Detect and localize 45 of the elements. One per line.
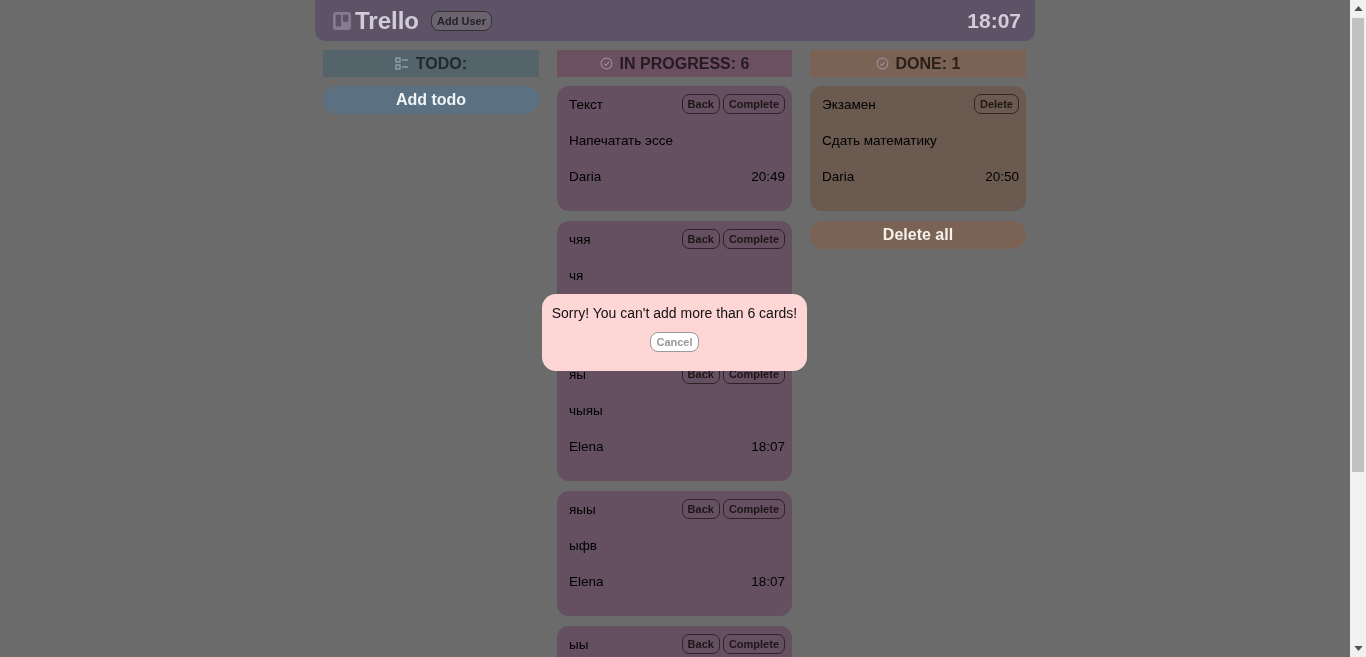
column-title: IN PROGRESS: 6 xyxy=(619,54,750,73)
check-circle-icon xyxy=(875,57,889,70)
column-title: TODO: xyxy=(415,54,468,73)
scroll-up-icon[interactable] xyxy=(1353,6,1363,11)
card-time: 18:07 xyxy=(751,438,785,454)
app-logo-text: Trello xyxy=(355,6,420,35)
card-author: Elena xyxy=(569,438,604,454)
card-author: Elena xyxy=(569,573,604,589)
card-author: Daria xyxy=(569,168,602,184)
card-action-button[interactable]: Complete xyxy=(722,94,785,114)
card-description: Напечатать эссе xyxy=(569,132,673,148)
scroll-down-icon[interactable] xyxy=(1353,646,1363,651)
card-title: яы xyxy=(569,366,586,382)
card-time: 20:50 xyxy=(985,168,1019,184)
card-title: чяя xyxy=(569,231,591,247)
card-title: Экзамен xyxy=(822,96,876,112)
card-title: яыы xyxy=(569,501,596,517)
card-author: Daria xyxy=(822,168,855,184)
card-action-button[interactable]: Complete xyxy=(722,499,785,519)
scrollbar[interactable] xyxy=(1350,0,1366,657)
card-action-button[interactable]: Back xyxy=(681,229,720,249)
card-time: 18:07 xyxy=(751,573,785,589)
check-circle-icon xyxy=(599,57,613,70)
card-action-button[interactable]: Back xyxy=(681,94,720,114)
column-action-button[interactable]: Delete all xyxy=(810,221,1026,249)
card-description: Сдать математику xyxy=(822,132,937,148)
column-title: DONE: 1 xyxy=(895,54,961,73)
clock-time: 18:07 xyxy=(967,8,1021,33)
alert-message: Sorry! You can't add more than 6 cards! xyxy=(551,305,798,321)
card-action-button[interactable]: Delete xyxy=(973,94,1019,114)
card-action-button[interactable]: Back xyxy=(681,634,720,654)
column-action-button[interactable]: Add todo xyxy=(323,86,539,114)
card-description: ыфв xyxy=(569,537,597,553)
card-action-button[interactable]: Back xyxy=(681,499,720,519)
cancel-button[interactable]: Cancel xyxy=(650,332,699,352)
card-title: Текст xyxy=(569,96,603,112)
board-logo-icon xyxy=(333,11,351,30)
add-user-button[interactable]: Add User xyxy=(431,10,492,31)
card-action-button[interactable]: Complete xyxy=(722,229,785,249)
card-description: чыяы xyxy=(569,402,603,418)
card-description: чя xyxy=(569,267,584,283)
card-time: 20:49 xyxy=(751,168,785,184)
card-action-button[interactable]: Complete xyxy=(722,634,785,654)
list-icon xyxy=(394,56,409,71)
card-title: ыы xyxy=(569,636,589,652)
